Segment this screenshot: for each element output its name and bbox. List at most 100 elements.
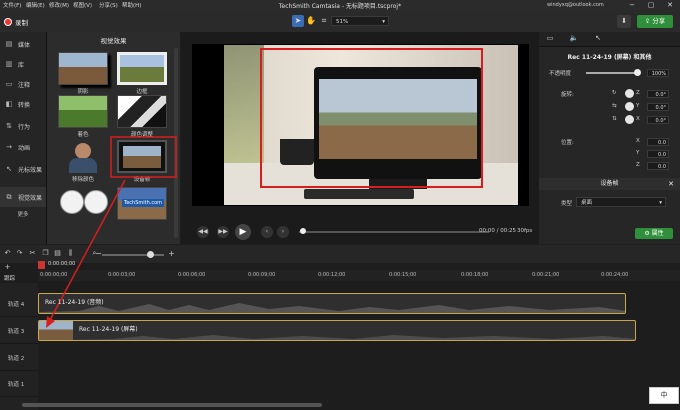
effect-thumbnail (58, 95, 108, 128)
menu-modify[interactable]: 修改(M) (49, 1, 69, 9)
cursor-effect-icon: ↖ (6, 165, 12, 173)
screen-clip[interactable]: Rec 11-24-19 (屏幕) (38, 320, 636, 341)
maximize-button[interactable]: ▢ (643, 0, 659, 11)
position-y-value[interactable]: 0.0 (647, 150, 669, 158)
menu-file[interactable]: 文件(F) (3, 1, 21, 9)
cut-icon[interactable]: ✂ (28, 249, 37, 258)
sidebar-item-media[interactable]: ▤ 媒体 (0, 34, 46, 54)
select-tool-icon[interactable]: ➤ (292, 15, 304, 27)
menu-edit[interactable]: 编辑(E) (26, 1, 45, 9)
rotation-y-value[interactable]: 0.0° (647, 103, 669, 111)
device-type-select[interactable]: 桌面 ▾ (576, 197, 666, 207)
next-icon[interactable]: › (277, 226, 289, 238)
canvas-preview[interactable] (192, 44, 529, 206)
play-button[interactable]: ▶ (235, 224, 251, 240)
sidebar-item-visual-effects[interactable]: ⧉ 视觉效果 (0, 187, 46, 207)
sidebar-item-animations[interactable]: → 动画 (0, 137, 46, 157)
effect-tile-device-frame[interactable]: 设备帧 (117, 140, 167, 184)
ime-indicator[interactable]: 中 (649, 387, 679, 404)
pan-tool-icon[interactable]: ✋ (305, 15, 317, 27)
effect-tile-shadow[interactable]: 阴影 (58, 52, 108, 96)
behavior-icon: ⇅ (6, 122, 12, 130)
crop-tool-icon[interactable]: ⌗ (318, 15, 330, 27)
effect-tile-remove-color[interactable]: 移除颜色 (58, 140, 108, 184)
audio-clip[interactable]: Rec 11-24-19 (音频) (38, 293, 626, 314)
undo-icon[interactable]: ↶ (3, 249, 12, 258)
clip-thumbnail (39, 321, 73, 340)
timeline-scrollbar[interactable] (22, 403, 322, 407)
share-button[interactable]: ⇪ 分享 (637, 15, 673, 28)
position-x-value[interactable]: 0.0 (647, 138, 669, 146)
redo-icon[interactable]: ↷ (15, 249, 24, 258)
clip-label: Rec 11-24-19 (屏幕) (79, 326, 138, 333)
cursor-tab-icon[interactable]: ↖ (590, 34, 606, 44)
sidebar-item-library[interactable]: ▥ 库 (0, 54, 46, 74)
menu-bar: 文件(F) 编辑(E) 修改(M) 视图(V) 分享(S) 帮助(H) Tech… (0, 0, 680, 11)
rotation-z-value[interactable]: 0.0° (647, 90, 669, 98)
timeline-zoom-slider[interactable] (102, 254, 164, 256)
position-z-value[interactable]: 0.0 (647, 162, 669, 170)
scrollbar[interactable] (174, 48, 178, 238)
transition-icon: ◧ (5, 100, 13, 108)
rotation-z-dial[interactable] (625, 89, 634, 98)
more-link[interactable]: 更多 (0, 210, 46, 218)
opacity-knob[interactable] (634, 69, 641, 76)
rotation-y-dial[interactable] (625, 102, 634, 111)
clip-waveform (73, 335, 635, 340)
account-email[interactable]: windyxq@outlook.com (547, 2, 604, 8)
record-label: 录制 (15, 18, 28, 27)
paste-icon[interactable]: ▤ (53, 249, 62, 258)
effect-tile-color-adjust[interactable]: 颜色调整 (117, 95, 167, 139)
video-tab-icon[interactable]: ▭ (542, 34, 558, 44)
position-label: 位置: (561, 140, 574, 146)
sidebar-item-behaviors[interactable]: ⇅ 行为 (0, 116, 46, 136)
rotation-x-value[interactable]: 0.0° (647, 116, 669, 124)
sidebar-item-label: 光标效果 (18, 166, 43, 174)
effect-thumbnail: TechSmith.com (117, 187, 167, 220)
step-back-icon[interactable]: ◀◀ (197, 226, 209, 238)
zoom-in-icon[interactable]: + (167, 249, 176, 258)
menu-share[interactable]: 分享(S) (99, 1, 118, 9)
annotation-icon: ▭ (5, 80, 13, 88)
previous-icon[interactable]: ‹ (261, 226, 273, 238)
effect-label: 颜色调整 (130, 132, 153, 138)
tick-label: 0:00:18;00 (461, 272, 489, 278)
sidebar-item-annotations[interactable]: ▭ 注释 (0, 74, 46, 94)
effect-tile-border[interactable]: 边框 (117, 52, 167, 96)
copy-icon[interactable]: ❐ (41, 249, 50, 258)
step-forward-icon[interactable]: ▶▶ (217, 226, 229, 238)
properties-button[interactable]: ⚙ 属性 (635, 228, 673, 239)
highlight-box (260, 48, 483, 188)
menu-help[interactable]: 帮助(H) (122, 1, 141, 9)
split-icon[interactable]: ⫼ (66, 249, 75, 258)
rotation-x-dial[interactable] (625, 115, 634, 124)
opacity-value[interactable]: 100% (647, 69, 669, 77)
record-button[interactable]: 录制 (4, 16, 28, 27)
track-label[interactable]: 轨道 1 (0, 371, 38, 397)
minimize-button[interactable]: − (624, 0, 640, 11)
audio-tab-icon[interactable]: 🔈 (566, 34, 582, 44)
opacity-slider[interactable] (586, 72, 638, 74)
effect-tile-colorize[interactable]: 着色 (58, 95, 108, 139)
track-label[interactable]: 轨道 3 (0, 318, 38, 344)
close-button[interactable]: ✕ (662, 0, 678, 11)
track-label[interactable]: 轨道 2 (0, 345, 38, 371)
playback-progress[interactable] (299, 231, 489, 233)
track-label[interactable]: 轨道 4 (0, 291, 38, 317)
zoom-select[interactable]: 51% ▾ (331, 16, 389, 26)
timeline-zoom-knob[interactable] (147, 251, 154, 258)
timeline-ruler[interactable]: 0:00:00;00 0:00:03;00 0:00:06;00 0:00:09… (38, 270, 680, 281)
sidebar-item-label: 转换 (18, 101, 31, 109)
effect-tile-techsmith[interactable]: TechSmith.com (117, 187, 167, 231)
close-icon[interactable]: ✕ (668, 178, 674, 190)
download-icon[interactable]: ⬇ (617, 15, 631, 28)
playhead[interactable] (38, 261, 45, 269)
playback-knob[interactable] (300, 228, 306, 234)
sidebar-item-transitions[interactable]: ◧ 转换 (0, 94, 46, 114)
menu-view[interactable]: 视图(V) (73, 1, 92, 9)
effect-tile-clocks[interactable] (58, 187, 108, 231)
add-track-icon[interactable]: + (3, 263, 12, 272)
sidebar-item-cursor-effects[interactable]: ↖ 光标效果 (0, 159, 46, 179)
tick-label: 0:00:06;00 (178, 272, 206, 278)
device-frame-header: 设备帧 ✕ (539, 178, 680, 190)
